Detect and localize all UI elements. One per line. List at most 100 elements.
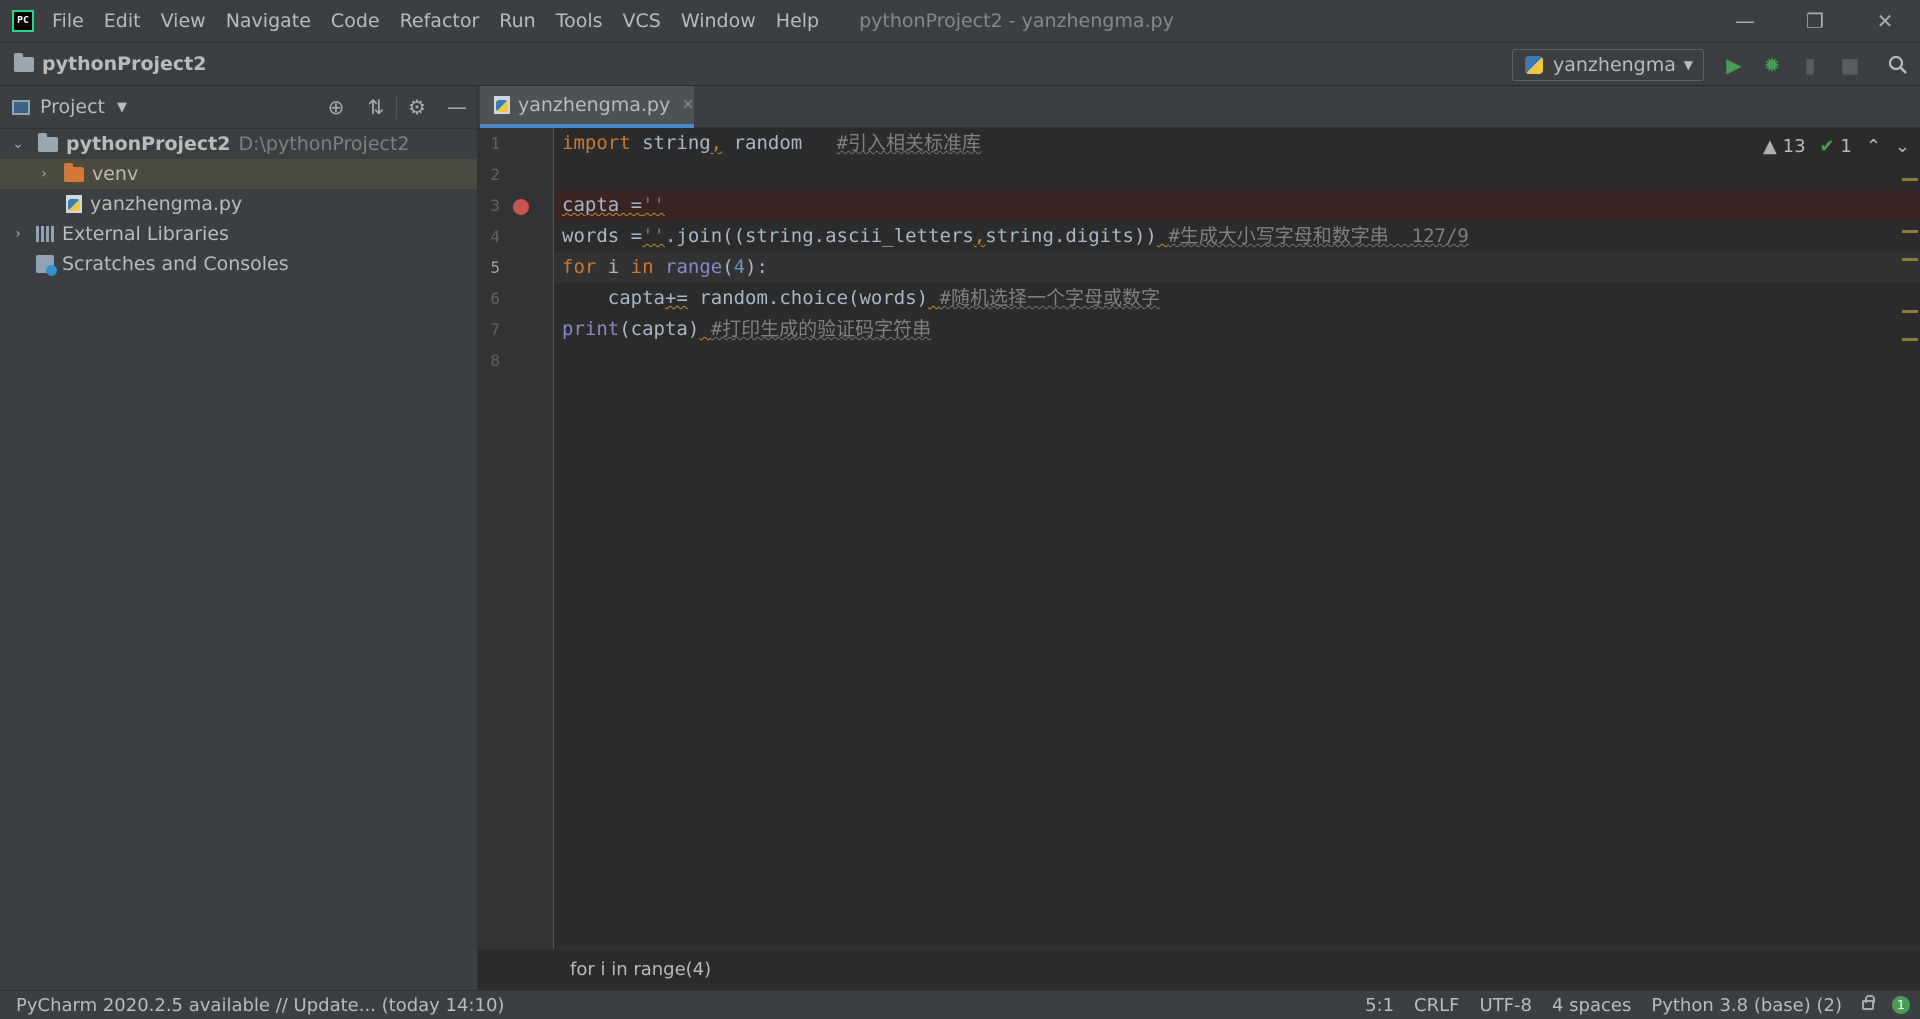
menu-window[interactable]: Window — [681, 10, 756, 32]
panel-settings-button[interactable]: ⚙ — [396, 95, 437, 119]
code-builtin: range — [665, 256, 723, 278]
bug-icon: ✹ — [1763, 53, 1781, 77]
tree-node-label: Scratches and Consoles — [62, 253, 289, 275]
tree-node-project-root[interactable]: ⌄ pythonProject2 D:\pythonProject2 — [0, 129, 477, 159]
event-log-badge[interactable]: 1 — [1892, 996, 1910, 1014]
code-text: ): — [745, 256, 768, 278]
run-button[interactable]: ▶ — [1720, 51, 1748, 79]
status-bar: PyCharm 2020.2.5 available // Update... … — [0, 990, 1920, 1019]
tree-node-label: External Libraries — [62, 223, 229, 245]
menu-edit[interactable]: Edit — [104, 10, 141, 32]
code-line: capta+= random.choice(words) #随机选择一个字母或数… — [554, 283, 1920, 314]
run-with-coverage-button[interactable]: ▮ — [1796, 51, 1824, 79]
minimize-icon: — — [447, 95, 467, 119]
window-title: pythonProject2 - yanzhengma.py — [859, 10, 1174, 32]
stop-button[interactable]: ■ — [1836, 51, 1864, 79]
python-file-icon — [494, 96, 510, 114]
project-panel-tools: ⊕ ⇅ ⚙ — — [316, 86, 477, 128]
editor-gutter[interactable]: 1 2 3 4 5 6 7 8 — [478, 128, 554, 948]
file-encoding[interactable]: UTF-8 — [1480, 995, 1532, 1016]
folder-icon — [38, 132, 58, 152]
tree-node-venv[interactable]: › venv — [0, 159, 477, 189]
code-builtin: print — [562, 318, 620, 340]
editor-tab-bar: yanzhengma.py ✕ — [478, 86, 1920, 128]
code-breadcrumb[interactable]: for i in range(4) — [570, 959, 711, 980]
code-line: words =''.join((string.ascii_letters,str… — [554, 221, 1920, 252]
minimize-button[interactable]: — — [1710, 0, 1780, 42]
code-keyword: in — [630, 256, 654, 278]
crosshair-icon: ⊕ — [327, 95, 345, 119]
lock-icon[interactable] — [1862, 995, 1875, 1010]
line-number: 6 — [490, 289, 500, 308]
menu-vcs[interactable]: VCS — [623, 10, 661, 32]
code-line: capta ='' — [554, 190, 1920, 221]
menu-run[interactable]: Run — [499, 10, 535, 32]
tree-node-external-libraries[interactable]: › External Libraries — [0, 219, 477, 249]
tree-node-label: yanzhengma.py — [90, 193, 243, 215]
editor-area: yanzhengma.py ✕ 1 2 3 4 5 6 7 8 import s… — [478, 86, 1920, 990]
locate-file-button[interactable]: ⊕ — [316, 95, 356, 119]
tree-node-file[interactable]: yanzhengma.py — [0, 189, 477, 219]
editor-tab[interactable]: yanzhengma.py ✕ — [480, 86, 694, 128]
restore-button[interactable]: ❐ — [1780, 0, 1850, 42]
status-message[interactable]: PyCharm 2020.2.5 available // Update... … — [16, 995, 504, 1016]
play-icon: ▶ — [1726, 53, 1742, 77]
breakpoint-icon[interactable] — [513, 199, 529, 215]
warnings-indicator[interactable]: ▲ 13 — [1763, 136, 1805, 157]
code-keyword: import — [562, 132, 631, 154]
menu-code[interactable]: Code — [331, 10, 380, 32]
warning-marker[interactable] — [1902, 178, 1918, 181]
code-text: string — [630, 132, 711, 154]
close-tab-icon[interactable]: ✕ — [682, 97, 694, 113]
menu-view[interactable]: View — [161, 10, 206, 32]
code-editor[interactable]: import string, random #引入相关标准库 capta =''… — [554, 128, 1920, 948]
chevron-up-icon: ⌃ — [1865, 136, 1881, 157]
typos-indicator[interactable]: ✔ 1 — [1820, 136, 1852, 157]
menu-refactor[interactable]: Refactor — [400, 10, 480, 32]
project-panel-header: Project ▼ ⊕ ⇅ ⚙ — — [0, 86, 477, 129]
close-window-button[interactable]: ✕ — [1850, 0, 1920, 42]
code-comment: #随机选择一个字母或数字 — [939, 287, 1160, 309]
code-line: import string, random #引入相关标准库 — [554, 128, 1920, 159]
error-stripe[interactable] — [1900, 128, 1920, 948]
warning-marker[interactable] — [1902, 338, 1918, 341]
menu-navigate[interactable]: Navigate — [226, 10, 311, 32]
inspection-widget[interactable]: ▲ 13 ✔ 1 ⌃ ⌄ — [1763, 136, 1910, 157]
line-number: 3 — [490, 196, 500, 215]
tree-node-label: venv — [92, 163, 139, 185]
folder-icon — [64, 162, 84, 182]
project-breadcrumb[interactable]: pythonProject2 — [14, 52, 207, 75]
warning-marker[interactable] — [1902, 258, 1918, 261]
menu-help[interactable]: Help — [776, 10, 819, 32]
warning-marker[interactable] — [1902, 230, 1918, 233]
project-view-selector[interactable]: Project ▼ — [12, 96, 127, 118]
line-number: 7 — [490, 320, 500, 339]
project-panel-title: Project — [40, 96, 106, 118]
caret-position[interactable]: 5:1 — [1365, 995, 1394, 1016]
tree-node-label: pythonProject2 — [66, 133, 231, 155]
menu-file[interactable]: File — [52, 10, 84, 32]
hide-panel-button[interactable]: — — [437, 95, 477, 119]
minimize-icon: — — [1735, 9, 1755, 33]
tree-node-scratches[interactable]: Scratches and Consoles — [0, 249, 477, 279]
previous-highlight-button[interactable]: ⌃ — [1866, 136, 1881, 157]
debug-button[interactable]: ✹ — [1758, 51, 1786, 79]
line-separator[interactable]: CRLF — [1414, 995, 1459, 1016]
search-everywhere-button[interactable] — [1884, 51, 1912, 79]
project-tool-window: Project ▼ ⊕ ⇅ ⚙ — ⌄ pythonProject2 D:\py… — [0, 86, 478, 990]
menu-tools[interactable]: Tools — [556, 10, 603, 32]
python-interpreter[interactable]: Python 3.8 (base) (2) — [1651, 995, 1842, 1016]
collapse-all-button[interactable]: ⇅ — [356, 95, 396, 119]
library-icon — [36, 226, 54, 242]
python-icon — [1525, 56, 1543, 74]
indent-setting[interactable]: 4 spaces — [1552, 995, 1631, 1016]
run-configuration-select[interactable]: yanzhengma ▼ — [1512, 49, 1704, 81]
run-configuration-label: yanzhengma — [1553, 54, 1676, 76]
line-number: 1 — [490, 134, 500, 153]
title-bar: PC File Edit View Navigate Code Refactor… — [0, 0, 1920, 42]
navigation-bar: pythonProject2 yanzhengma ▼ ▶ ✹ ▮ ■ — [0, 42, 1920, 86]
line-number: 5 — [490, 258, 500, 277]
warning-marker[interactable] — [1902, 310, 1918, 313]
